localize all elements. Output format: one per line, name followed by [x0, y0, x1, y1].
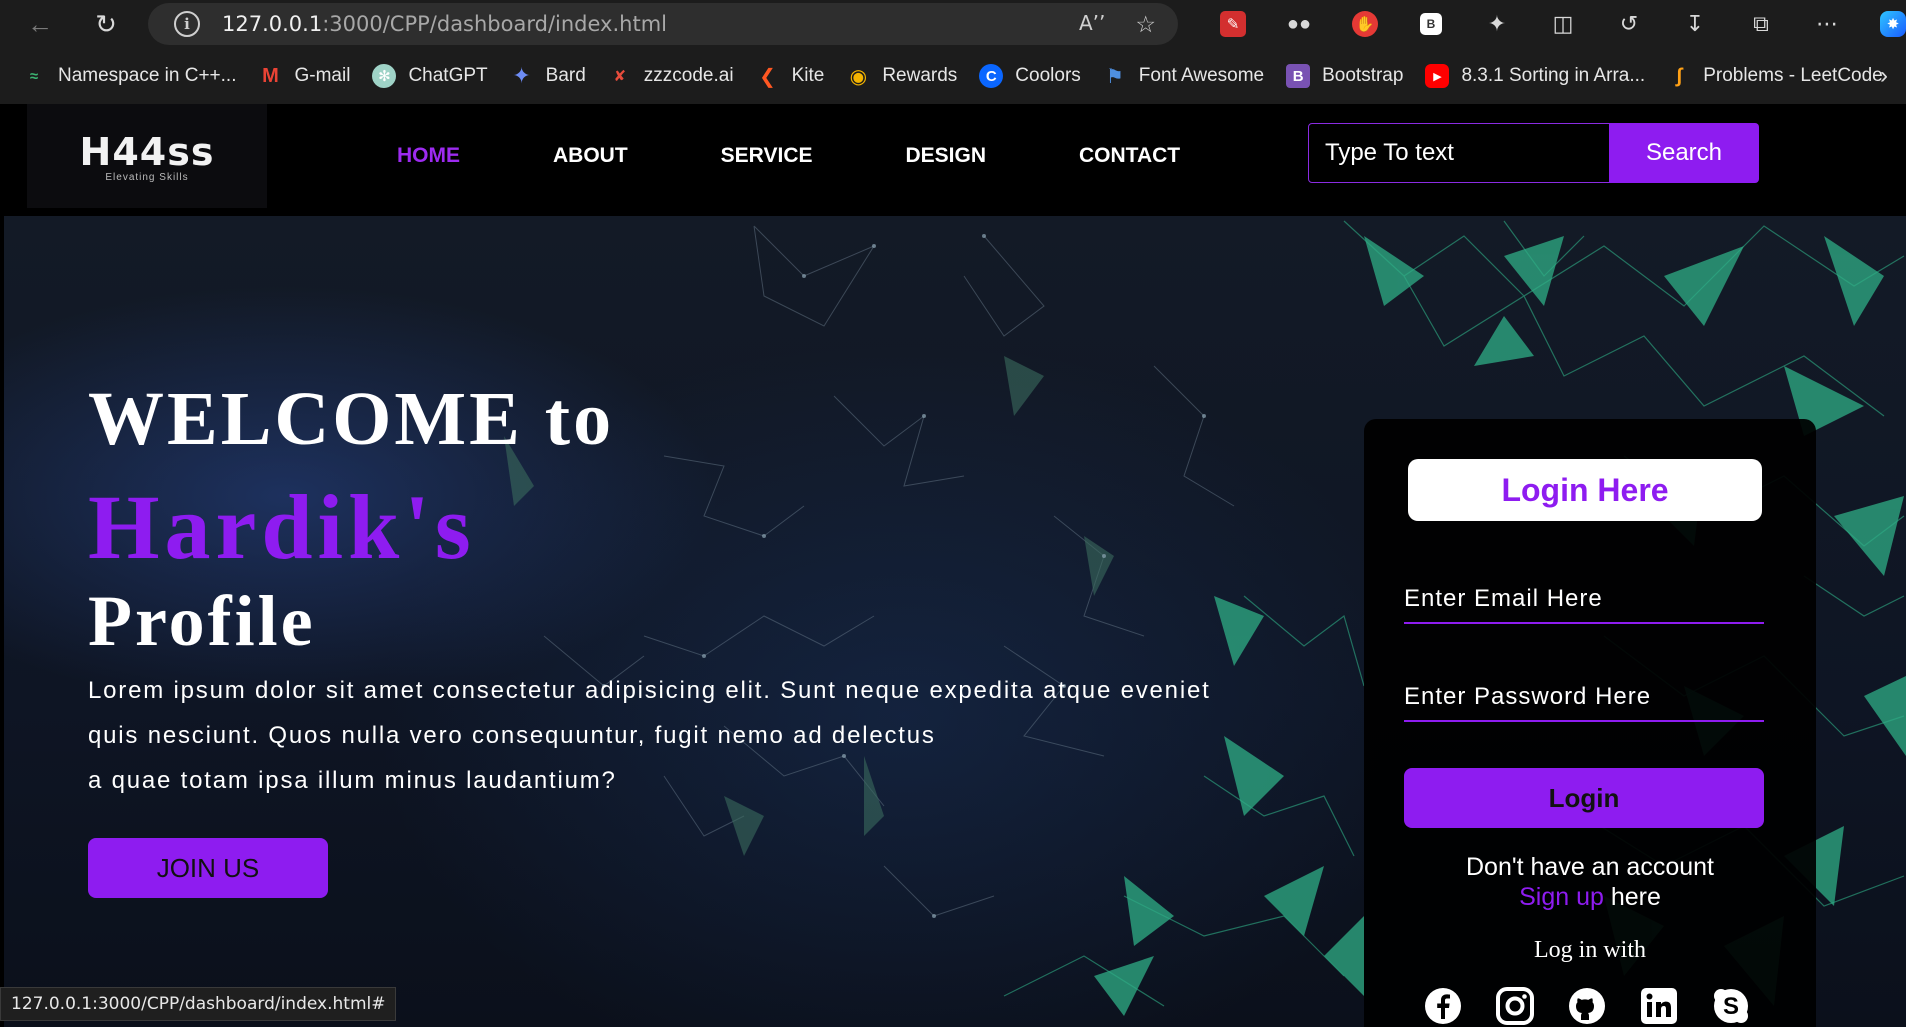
logo-text: H44ss	[79, 129, 215, 174]
site-logo[interactable]: H44ss Elevating Skills	[27, 104, 267, 208]
hero-welcome-heading: WELCOME to	[88, 377, 615, 461]
extension-incognito-icon[interactable]: ●●	[1266, 6, 1332, 42]
status-bar-url: 127.0.0.1:3000/CPP/dashboard/index.html#	[0, 987, 397, 1021]
hero-description-line: a quae totam ipsa illum minus laudantium…	[88, 767, 617, 794]
gmail-icon: M	[262, 64, 279, 87]
svg-text:S: S	[1723, 993, 1739, 1020]
rewards-icon: ◉	[849, 65, 868, 88]
logo-tagline: Elevating Skills	[105, 171, 189, 183]
menu-service[interactable]: SERVICE	[721, 144, 813, 168]
skype-icon[interactable]: S	[1710, 985, 1752, 1027]
url-text[interactable]: 127.0.0.1:3000/CPP/dashboard/index.html	[222, 12, 667, 36]
bookmark-item[interactable]: ≈ Namespace in C++...	[22, 64, 237, 88]
bookmark-item[interactable]: B Bootstrap	[1286, 64, 1403, 88]
facebook-icon[interactable]	[1422, 985, 1464, 1027]
search-button[interactable]: Search	[1609, 123, 1759, 183]
bookmark-item[interactable]: ⚑ Font Awesome	[1103, 64, 1264, 88]
menu-about[interactable]: ABOUT	[553, 144, 628, 168]
leetcode-icon: ∫	[1676, 64, 1682, 87]
no-account-text: Don't have an account	[1466, 853, 1714, 881]
chatgpt-icon: ✻	[372, 64, 397, 88]
address-bar[interactable]: i 127.0.0.1:3000/CPP/dashboard/index.htm…	[148, 3, 1178, 45]
bookmark-item[interactable]: M G-mail	[258, 64, 350, 88]
browser-toolbar: ← ↻ i 127.0.0.1:3000/CPP/dashboard/index…	[0, 0, 1906, 48]
coolors-icon: C	[979, 64, 1004, 88]
hero-name-heading: Hardik's	[88, 476, 476, 578]
bookmark-item[interactable]: ▶ 8.3.1 Sorting in Arra...	[1425, 64, 1645, 88]
extensions-puzzle-icon[interactable]: ✦	[1464, 6, 1530, 42]
web-page: H44ss Elevating Skills HOME ABOUT SERVIC…	[0, 104, 1906, 1027]
signup-link[interactable]: Sign up	[1519, 883, 1604, 911]
linkedin-icon[interactable]	[1638, 985, 1680, 1027]
login-with-label: Log in with	[1534, 937, 1646, 963]
bard-icon: ✦	[512, 63, 531, 88]
signup-prompt: Don't have an account Sign up here	[1364, 852, 1816, 912]
zzzcode-icon: ✘	[613, 68, 627, 85]
bookmark-item[interactable]: ◉ Rewards	[846, 64, 958, 88]
social-login-icons: S	[1422, 985, 1752, 1027]
hero-description: Lorem ipsum dolor sit amet consectetur a…	[88, 668, 1268, 803]
bookmarks-bar: ≈ Namespace in C++... M G-mail ✻ ChatGPT ✦ B…	[0, 48, 1906, 104]
bookmark-item[interactable]: ✦ Bard	[510, 63, 585, 88]
chevron-right-icon[interactable]: ›	[1880, 62, 1888, 90]
site-info-icon[interactable]: i	[174, 11, 200, 37]
bookmark-item[interactable]: ✻ ChatGPT	[372, 64, 488, 88]
history-icon[interactable]: ↺	[1596, 6, 1662, 42]
extension-adblock-icon[interactable]: ✋	[1332, 6, 1398, 42]
github-icon[interactable]	[1566, 985, 1608, 1027]
extension-red-icon[interactable]: ✎	[1200, 6, 1266, 42]
menu-design[interactable]: DESIGN	[906, 144, 987, 168]
email-field[interactable]	[1404, 576, 1764, 624]
favorite-star-icon[interactable]: ☆	[1135, 11, 1156, 38]
copilot-icon[interactable]: ✸	[1860, 6, 1906, 42]
search-input[interactable]	[1308, 123, 1610, 183]
bookmark-item[interactable]: ∫ Problems - LeetCode	[1667, 64, 1882, 88]
read-aloud-icon[interactable]: A’’	[1079, 11, 1105, 38]
youtube-icon: ▶	[1425, 64, 1450, 88]
menu-home[interactable]: HOME	[397, 144, 460, 168]
font-awesome-icon: ⚑	[1105, 65, 1124, 88]
more-menu-icon[interactable]: ⋯	[1794, 6, 1860, 42]
bookmark-item[interactable]: ✘ zzzcode.ai	[608, 64, 733, 88]
main-menu: HOME ABOUT SERVICE DESIGN CONTACT	[397, 144, 1273, 168]
namespace-icon: ≈	[29, 67, 39, 85]
bookmark-item[interactable]: ❮ Kite	[756, 64, 824, 88]
split-screen-icon[interactable]: ◫	[1530, 6, 1596, 42]
back-icon[interactable]: ←	[20, 4, 60, 44]
password-field[interactable]	[1404, 674, 1764, 722]
hero-description-line: quis nesciunt. Quos nulla vero consequun…	[88, 722, 936, 749]
bookmark-item[interactable]: C Coolors	[979, 64, 1081, 88]
instagram-icon[interactable]	[1494, 985, 1536, 1027]
extension-b-icon[interactable]: B	[1398, 6, 1464, 42]
login-button[interactable]: Login	[1404, 768, 1764, 828]
bootstrap-icon: B	[1286, 64, 1311, 88]
menu-contact[interactable]: CONTACT	[1079, 144, 1180, 168]
downloads-icon[interactable]: ↧	[1662, 6, 1728, 42]
hero-profile-heading: Profile	[88, 581, 316, 661]
join-us-button[interactable]: JOIN US	[88, 838, 328, 898]
collections-icon[interactable]: ⧉	[1728, 6, 1794, 42]
signup-suffix: here	[1603, 883, 1661, 911]
kite-icon: ❮	[759, 65, 776, 88]
login-title: Login Here	[1408, 459, 1762, 521]
reload-icon[interactable]: ↻	[86, 4, 126, 44]
hero-section: WELCOME to Hardik's Profile Lorem ipsum …	[4, 216, 1906, 1027]
hero-description-line: Lorem ipsum dolor sit amet consectetur a…	[88, 677, 1211, 704]
login-card: Login Here Login Don't have an account S…	[1364, 419, 1816, 1027]
site-navbar: H44ss Elevating Skills HOME ABOUT SERVIC…	[0, 104, 1906, 216]
